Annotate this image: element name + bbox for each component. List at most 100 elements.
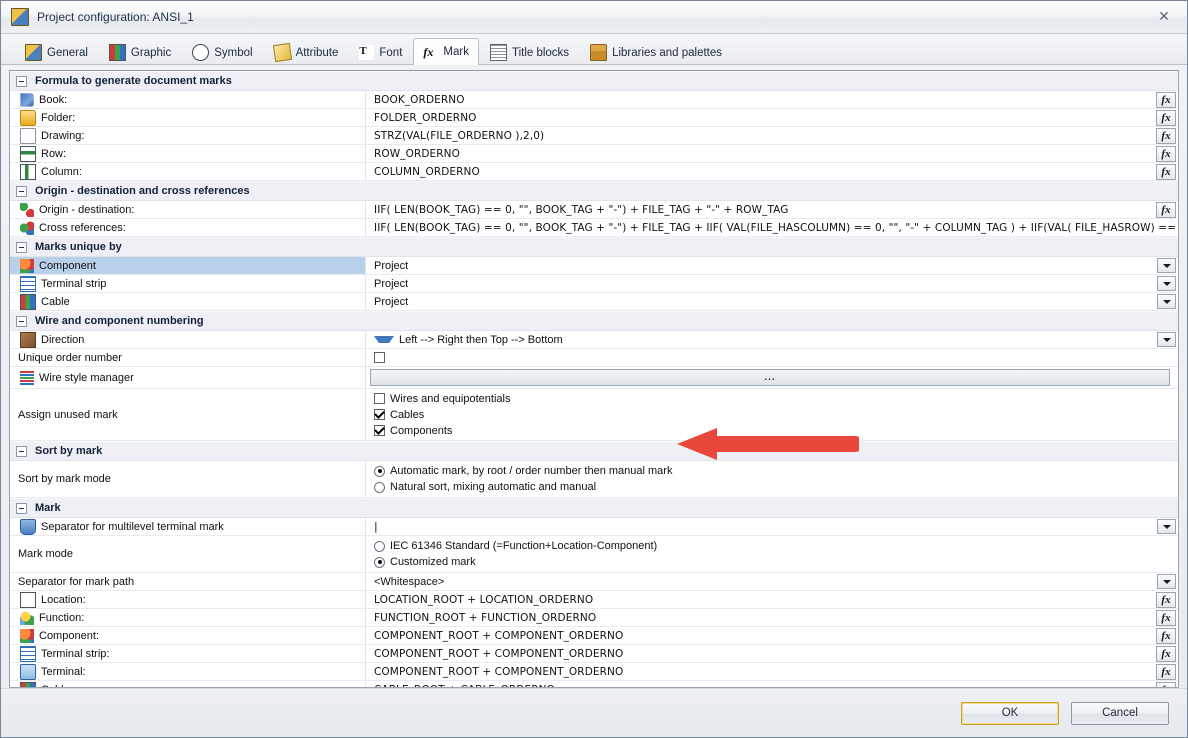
iec-standard-radio[interactable] [374,540,385,552]
option-automatic-mark[interactable]: Automatic mark, by root / order number t… [374,464,672,479]
formula-editor-button[interactable]: fx [1156,127,1176,144]
formula-editor-button[interactable]: fx [1156,163,1176,180]
tab-general[interactable]: General [15,39,98,65]
formula-editor-button[interactable]: fx [1156,663,1176,680]
table-row[interactable]: Terminal strip Project [10,275,1178,293]
table-row[interactable]: Book: BOOK_ORDERNO fx [10,91,1178,109]
formula-editor-button[interactable]: fx [1156,591,1176,608]
collapse-icon[interactable] [16,315,27,327]
formula-editor-button[interactable]: fx [1156,645,1176,662]
section-header-origin[interactable]: Origin - destination and cross reference… [10,181,1178,201]
close-icon[interactable]: ✕ [1147,5,1181,27]
collapse-icon[interactable] [16,445,27,457]
formula-editor-button[interactable]: fx [1156,109,1176,126]
row-value-separator-mark-path[interactable]: <Whitespace> [366,573,1178,590]
row-value-function[interactable]: FUNCTION_ROOT + FUNCTION_ORDERNO fx [366,609,1178,626]
row-value-terminal-mark[interactable]: COMPONENT_ROOT + COMPONENT_ORDERNO fx [366,663,1178,680]
table-row[interactable]: Location: LOCATION_ROOT + LOCATION_ORDER… [10,591,1178,609]
tab-attribute[interactable]: Attribute [264,39,349,65]
row-value-row[interactable]: ROW_ORDERNO fx [366,145,1178,162]
table-row[interactable]: Sort by mark mode Automatic mark, by roo… [10,461,1178,498]
table-row[interactable]: Terminal: COMPONENT_ROOT + COMPONENT_ORD… [10,663,1178,681]
collapse-icon[interactable] [16,75,27,87]
table-row[interactable]: Folder: FOLDER_ORDERNO fx [10,109,1178,127]
dropdown-chevron-down-icon[interactable] [1157,258,1176,273]
collapse-icon[interactable] [16,502,27,514]
tab-title-blocks[interactable]: Title blocks [480,39,579,65]
unique-order-number-checkbox[interactable] [374,352,385,363]
table-row[interactable]: Wire style manager ... [10,367,1178,389]
cancel-button[interactable]: Cancel [1071,701,1169,725]
table-row[interactable]: Cable Project [10,293,1178,311]
option-components[interactable]: Components [374,423,510,438]
section-header-formula[interactable]: Formula to generate document marks [10,71,1178,91]
option-wires-and-equipotentials[interactable]: Wires and equipotentials [374,391,510,406]
dropdown-chevron-down-icon[interactable] [1157,276,1176,291]
table-row[interactable]: Component Project [10,257,1178,275]
dropdown-chevron-down-icon[interactable] [1157,519,1176,534]
row-value-location[interactable]: LOCATION_ROOT + LOCATION_ORDERNO fx [366,591,1178,608]
table-row[interactable]: Row: ROW_ORDERNO fx [10,145,1178,163]
section-header-sort-by-mark[interactable]: Sort by mark [10,441,1178,461]
formula-editor-button[interactable]: fx [1156,681,1176,687]
cables-checkbox[interactable] [374,409,385,420]
table-row[interactable]: Cross references: IIF( LEN(BOOK_TAG) == … [10,219,1178,237]
row-value-component-mark[interactable]: COMPONENT_ROOT + COMPONENT_ORDERNO fx [366,627,1178,644]
table-row[interactable]: Assign unused mark Wires and equipotenti… [10,389,1178,441]
tab-libraries-and-palettes[interactable]: Libraries and palettes [580,39,732,65]
row-value-drawing[interactable]: STRZ(VAL(FILE_ORDERNO ),2,0) fx [366,127,1178,144]
row-value-column[interactable]: COLUMN_ORDERNO fx [366,163,1178,180]
table-row[interactable]: Direction Left --> Right then Top --> Bo… [10,331,1178,349]
table-row[interactable]: Separator for mark path <Whitespace> [10,573,1178,591]
row-value-origin-destination[interactable]: IIF( LEN(BOOK_TAG) == 0, "", BOOK_TAG + … [366,201,1178,218]
formula-editor-button[interactable]: fx [1156,91,1176,108]
natural-sort-radio[interactable] [374,481,385,493]
option-iec-61346-standard[interactable]: IEC 61346 Standard (=Function+Location-C… [374,539,657,554]
collapse-icon[interactable] [16,241,27,253]
row-value-component[interactable]: Project [366,257,1178,274]
table-row[interactable]: Cable: CABLE_ROOT + CABLE_ORDERNO fx [10,681,1178,687]
table-row[interactable]: Function: FUNCTION_ROOT + FUNCTION_ORDER… [10,609,1178,627]
row-value-separator-terminal[interactable]: | [366,518,1178,535]
option-cables[interactable]: Cables [374,407,510,422]
row-value-terminal-strip-mark[interactable]: COMPONENT_ROOT + COMPONENT_ORDERNO fx [366,645,1178,662]
ok-button[interactable]: OK [961,701,1059,725]
option-customized-mark[interactable]: Customized mark [374,555,657,570]
tab-symbol[interactable]: Symbol [182,39,262,65]
tab-mark[interactable]: fx Mark [413,38,479,65]
wires-equipotentials-checkbox[interactable] [374,393,385,404]
row-value-terminal-strip[interactable]: Project [366,275,1178,292]
tab-font[interactable]: T Font [349,39,412,65]
formula-editor-button[interactable]: fx [1156,627,1176,644]
customized-mark-radio[interactable] [374,556,385,568]
formula-editor-button[interactable]: fx [1156,145,1176,162]
table-row[interactable]: Drawing: STRZ(VAL(FILE_ORDERNO ),2,0) fx [10,127,1178,145]
collapse-icon[interactable] [16,185,27,197]
table-row[interactable]: Column: COLUMN_ORDERNO fx [10,163,1178,181]
row-value-folder[interactable]: FOLDER_ORDERNO fx [366,109,1178,126]
table-row[interactable]: Separator for multilevel terminal mark | [10,518,1178,536]
row-value-cable-mark[interactable]: CABLE_ROOT + CABLE_ORDERNO fx [366,681,1178,687]
section-header-marks-unique-by[interactable]: Marks unique by [10,237,1178,257]
dropdown-chevron-down-icon[interactable] [1157,294,1176,309]
dropdown-chevron-down-icon[interactable] [1157,332,1176,347]
row-value-cross-references[interactable]: IIF( LEN(BOOK_TAG) == 0, "", BOOK_TAG + … [366,219,1178,236]
table-row[interactable]: Component: COMPONENT_ROOT + COMPONENT_OR… [10,627,1178,645]
row-value-book[interactable]: BOOK_ORDERNO fx [366,91,1178,108]
automatic-mark-radio[interactable] [374,465,385,477]
section-header-mark[interactable]: Mark [10,498,1178,518]
section-header-wire-component-numbering[interactable]: Wire and component numbering [10,311,1178,331]
components-checkbox[interactable] [374,425,385,436]
wire-style-manager-button[interactable]: ... [370,369,1170,386]
row-value-cable[interactable]: Project [366,293,1178,310]
table-row[interactable]: Unique order number [10,349,1178,367]
table-row[interactable]: Mark mode IEC 61346 Standard (=Function+… [10,536,1178,573]
formula-editor-button[interactable]: fx [1156,201,1176,218]
table-row[interactable]: Terminal strip: COMPONENT_ROOT + COMPONE… [10,645,1178,663]
formula-editor-button[interactable]: fx [1156,609,1176,626]
option-natural-sort[interactable]: Natural sort, mixing automatic and manua… [374,480,672,495]
row-value-unique-order-number[interactable] [366,349,1178,366]
tab-graphic[interactable]: Graphic [99,39,181,65]
dropdown-chevron-down-icon[interactable] [1157,574,1176,589]
table-row[interactable]: Origin - destination: IIF( LEN(BOOK_TAG)… [10,201,1178,219]
